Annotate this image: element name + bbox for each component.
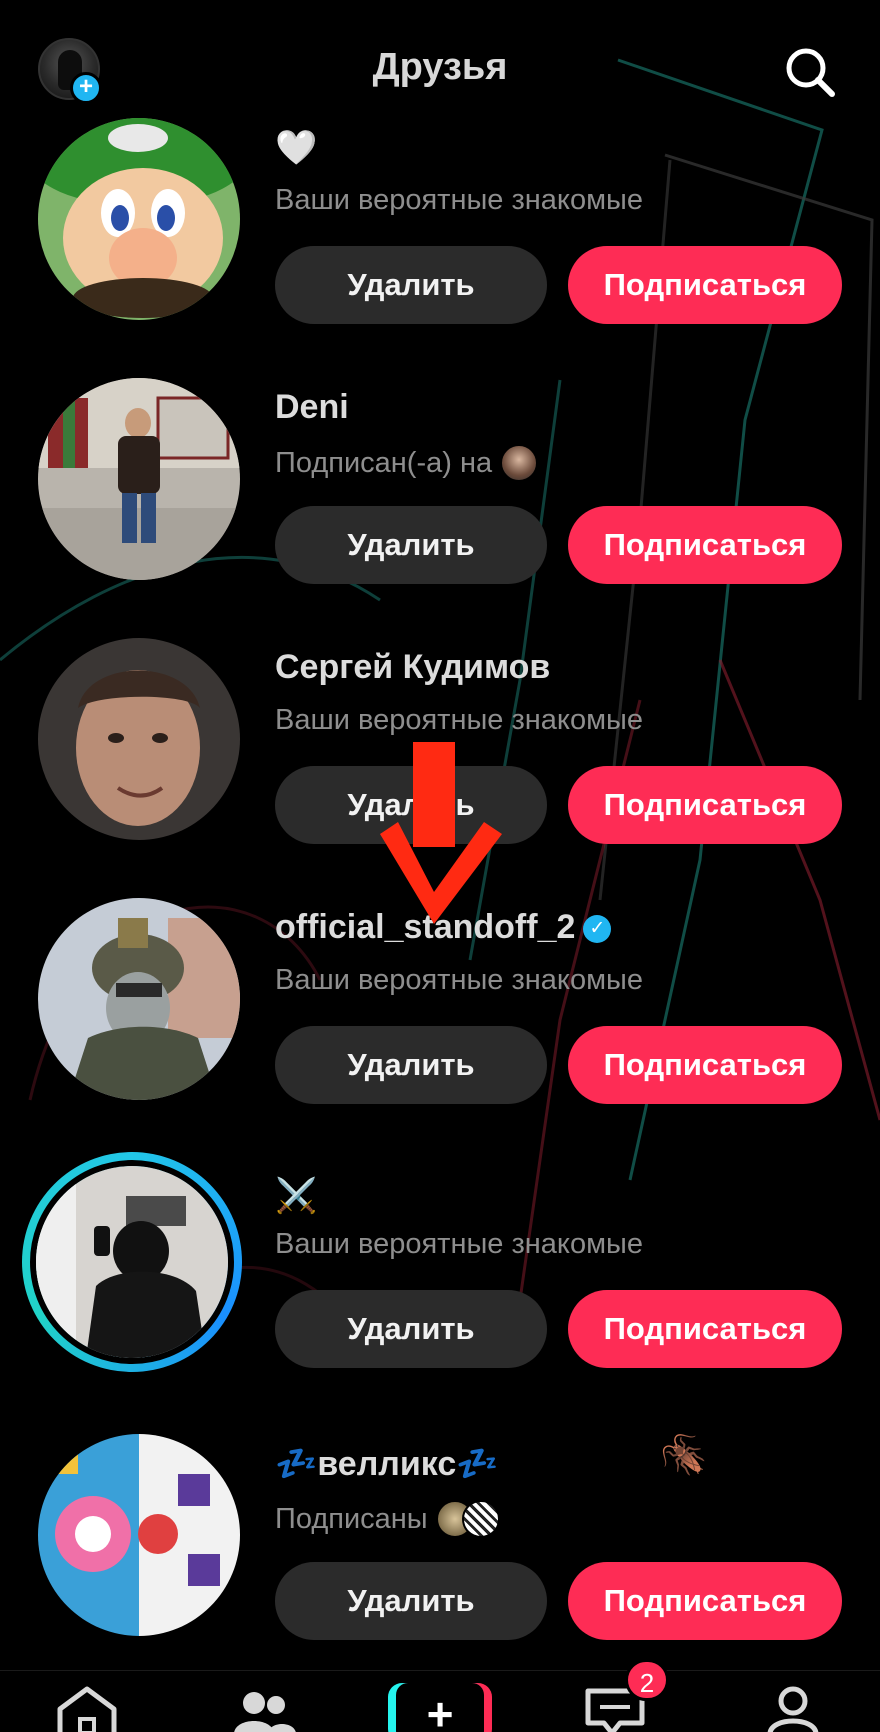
person-photo-avatar bbox=[38, 378, 240, 580]
suggestion-row: ⚔️ Ваши вероятные знакомые Удалить Подпи… bbox=[0, 1152, 880, 1406]
reason-text: Ваши вероятные знакомые bbox=[275, 964, 643, 996]
username[interactable]: ⚔️ bbox=[275, 1176, 317, 1216]
suggestion-reason: Ваши вероятные знакомые bbox=[275, 704, 643, 737]
verified-icon: ✓ bbox=[583, 915, 612, 944]
mutual-avatar bbox=[461, 1500, 500, 1538]
suggestion-reason: Ваши вероятные знакомые bbox=[275, 1228, 643, 1261]
avatar[interactable] bbox=[38, 638, 240, 840]
suggestion-reason: Подписаны bbox=[275, 1500, 500, 1538]
avatar[interactable] bbox=[38, 1434, 240, 1636]
friends-icon[interactable] bbox=[228, 1685, 298, 1732]
mutual-avatars[interactable] bbox=[435, 1500, 500, 1538]
reason-text: Ваши вероятные знакомые bbox=[275, 184, 643, 216]
follow-button[interactable]: Подписаться bbox=[568, 1290, 842, 1368]
username[interactable]: 💤велликс💤 bbox=[275, 1444, 499, 1484]
avatar[interactable] bbox=[38, 378, 240, 580]
username[interactable]: 🤍 bbox=[275, 128, 317, 168]
avatar[interactable] bbox=[38, 118, 240, 320]
arrow-down-icon bbox=[380, 742, 502, 924]
suggestion-reason: Ваши вероятные знакомые bbox=[275, 964, 643, 997]
reason-text: Ваши вероятные знакомые bbox=[275, 1228, 643, 1260]
suggestion-reason: Ваши вероятные знакомые bbox=[275, 184, 643, 217]
create-button[interactable]: + bbox=[388, 1683, 492, 1732]
follow-button[interactable]: Подписаться bbox=[568, 246, 842, 324]
suggestion-reason: Подписан(-а) на bbox=[275, 444, 539, 482]
remove-button[interactable]: Удалить bbox=[275, 506, 547, 584]
story-ring-avatar[interactable] bbox=[22, 1152, 242, 1372]
mutual-avatar[interactable] bbox=[500, 444, 539, 482]
suggestion-row: 🤍 Ваши вероятные знакомые Удалить Подпис… bbox=[0, 118, 880, 358]
remove-button[interactable]: Удалить bbox=[275, 1026, 547, 1104]
suggestion-row: 💤велликс💤 Подписаны Удалить Подписаться bbox=[0, 1434, 880, 1674]
search-icon[interactable] bbox=[780, 42, 840, 102]
remove-button[interactable]: Удалить bbox=[275, 1562, 547, 1640]
mirror-selfie-avatar bbox=[36, 1166, 228, 1358]
plus-icon: + bbox=[426, 1688, 454, 1732]
suggestion-row: Deni Подписан(-а) на Удалить Подписаться bbox=[0, 378, 880, 618]
follow-button[interactable]: Подписаться bbox=[568, 506, 842, 584]
luigi-avatar-image bbox=[38, 118, 240, 320]
game-collage-avatar bbox=[38, 1434, 240, 1636]
bottom-nav: + 2 bbox=[0, 1659, 880, 1732]
reason-text: Подписан(-а) на bbox=[275, 446, 493, 479]
inbox-badge: 2 bbox=[625, 1659, 669, 1701]
follow-button[interactable]: Подписаться bbox=[568, 1562, 842, 1640]
username[interactable]: Сергей Кудимов bbox=[275, 648, 550, 687]
page-title: Друзья bbox=[372, 46, 508, 88]
follow-button[interactable]: Подписаться bbox=[568, 766, 842, 844]
avatar-inner bbox=[30, 1160, 234, 1364]
reason-text: Ваши вероятные знакомые bbox=[275, 704, 643, 736]
avatar[interactable] bbox=[38, 898, 240, 1100]
top-bar: + Друзья bbox=[0, 0, 880, 120]
username[interactable]: Deni bbox=[275, 388, 349, 427]
reason-text: Подписаны bbox=[275, 1502, 428, 1535]
remove-button[interactable]: Удалить bbox=[275, 246, 547, 324]
cockroach-sticker: 🪳 bbox=[660, 1435, 708, 1477]
face-photo-avatar bbox=[38, 638, 240, 840]
remove-button[interactable]: Удалить bbox=[275, 1290, 547, 1368]
soldier-avatar-image bbox=[38, 898, 240, 1100]
profile-icon[interactable] bbox=[758, 1685, 828, 1732]
follow-button[interactable]: Подписаться bbox=[568, 1026, 842, 1104]
home-icon[interactable] bbox=[52, 1685, 122, 1732]
